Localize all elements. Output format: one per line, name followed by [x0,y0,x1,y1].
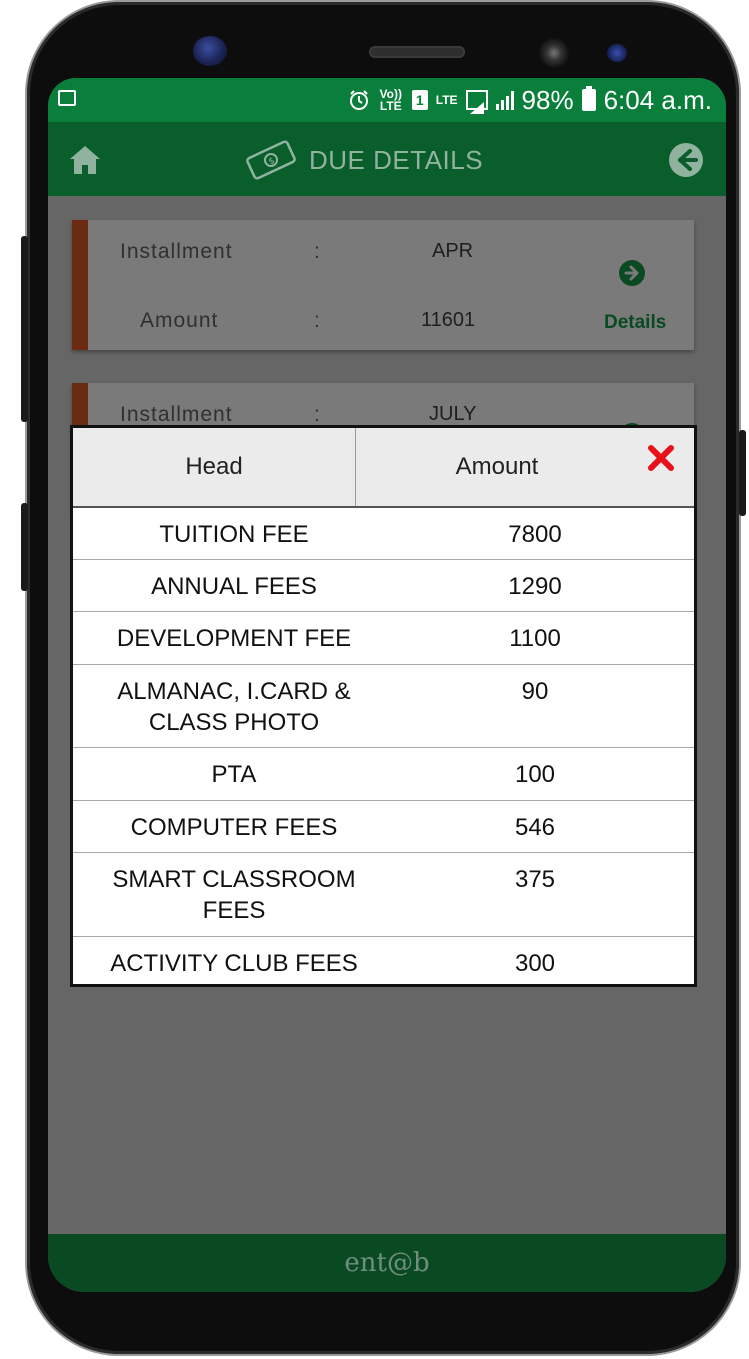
colon: : [314,403,320,426]
installment-card[interactable]: Installment : APR Amount : 11601 Details [72,220,694,350]
fee-amount: 7800 [508,521,562,548]
table-row: ACTIVITY CLUB FEES 300 [73,937,694,989]
clock: 6:04 a.m. [603,84,712,115]
signal-bars-icon [495,90,514,110]
table-row: SMART CLASSROOM FEES 375 [73,853,694,937]
home-icon[interactable] [68,144,102,176]
earpiece-speaker [369,46,465,58]
fee-amount: 375 [514,866,556,893]
battery-percent: 98% [521,84,574,115]
colon: : [314,240,320,263]
app-bar: $ DUE DETAILS [48,122,726,196]
colon: : [314,309,320,332]
fee-head: PTA [211,761,257,788]
title-group: $ DUE DETAILS [243,140,483,180]
installment-value: APR [432,240,474,262]
table-row: COMPUTER FEES 546 [73,801,694,853]
front-camera [193,36,227,66]
fee-amount: 100 [514,761,556,788]
fee-head: SMART CLASSROOM FEES [112,866,356,924]
arrow-right-circle-icon[interactable] [619,260,645,286]
table-header: Head Amount [73,428,694,508]
fee-amount: 1100 [509,625,561,652]
table-row: PTA 100 [73,748,694,801]
battery-icon [581,86,596,111]
amount-value: 11601 [421,309,476,331]
volume-button [21,236,28,422]
amount-label: Amount [140,309,219,332]
page-title: DUE DETAILS [309,144,484,175]
fee-head: DEVELOPMENT FEE [116,625,352,652]
iris-sensor [607,44,627,62]
back-arrow-icon[interactable] [668,142,704,178]
table-row: ALMANAC, I.CARD & CLASS PHOTO 90 [73,665,694,748]
installment-value: JULY [429,403,477,425]
installment-label: Installment [120,240,233,263]
proximity-sensor [539,38,569,68]
fee-head: ANNUAL FEES [151,573,317,600]
money-icon: $ [246,140,296,180]
fee-amount: 1290 [508,573,562,600]
close-icon[interactable] [647,444,675,472]
card-accent-bar [72,220,88,350]
image-icon [58,90,76,106]
fee-head: ALMANAC, I.CARD & CLASS PHOTO [117,678,351,736]
column-header-head: Head [73,428,356,506]
volte-indicator: Vo)) LTE [379,87,402,113]
table-row: ANNUAL FEES 1290 [73,560,694,612]
signal-icon [465,90,488,114]
lte-indicator: LTE [435,93,458,107]
fee-amount: 300 [514,950,556,977]
fee-breakup-dialog: Head Amount TUITION FEE 7800 ANNUAL FEES… [70,425,697,987]
sim-indicator: 1 [411,90,428,110]
status-icons: Vo)) LTE 1 LTE 98% 6:04 a.m. [348,82,712,118]
fee-table-body: TUITION FEE 7800 ANNUAL FEES 1290 DEVELO… [73,508,694,989]
fee-amount: 546 [514,814,556,841]
bixby-button [21,503,28,591]
details-link[interactable]: Details [604,312,666,334]
fee-head: COMPUTER FEES [130,814,338,841]
status-bar: Vo)) LTE 1 LTE 98% 6:04 a.m. [48,78,726,122]
fee-amount: 90 [521,678,549,705]
column-header-amount: Amount [455,453,539,480]
brand-logo: ent@b [344,1248,430,1278]
power-button [739,430,746,516]
table-row: TUITION FEE 7800 [73,508,694,560]
table-row: DEVELOPMENT FEE 1100 [73,612,694,665]
alarm-icon [349,90,368,110]
fee-head: TUITION FEE [159,521,309,548]
footer: ent@b [48,1234,726,1292]
installment-label: Installment [120,403,233,426]
fee-head: ACTIVITY CLUB FEES [110,950,358,977]
